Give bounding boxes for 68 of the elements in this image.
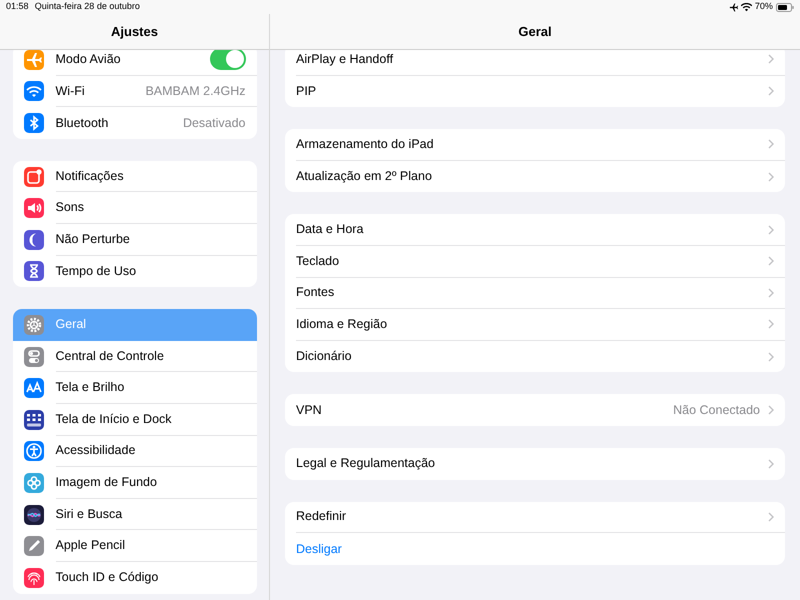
sidebar-item[interactable]: Modo Avião — [12, 50, 256, 76]
sidebar-title: Ajustes — [111, 22, 158, 41]
settings-row-label[interactable]: AirPlay e Handoff — [296, 50, 394, 69]
settings-row-label[interactable]: Teclado — [296, 252, 340, 271]
chevron-icon — [768, 86, 774, 96]
sidebar-item[interactable]: Imagem de Fundo — [12, 467, 256, 499]
sidebar-item[interactable]: Acessibilidade — [12, 436, 256, 468]
chevron-icon — [768, 172, 774, 182]
settings-row-label[interactable]: VPN — [296, 400, 322, 420]
settings-row-label[interactable]: Data e Hora — [296, 220, 364, 240]
sidebar-item[interactable]: Tela e Brilho — [12, 372, 256, 404]
item-value: Desativado — [182, 114, 246, 132]
settings-row-label[interactable]: Redefinir — [296, 507, 346, 526]
item-label: Apple Pencil — [56, 537, 125, 554]
item-value: BAMBAM 2.4GHz — [145, 82, 246, 100]
item-label: Tela de Início e Dock — [56, 410, 172, 428]
item-label: Siri e Busca — [56, 506, 122, 523]
wifi-icon — [740, 2, 752, 12]
chevron-icon — [768, 224, 774, 235]
sidebar-item[interactable]: Bluetooth Desativado — [12, 107, 256, 139]
chevron-icon — [768, 512, 774, 522]
item-label: Tela e Brilho — [56, 379, 124, 396]
action-link[interactable]: Desligar — [296, 540, 342, 558]
item-label: Modo Avião — [56, 50, 121, 68]
settings-row-label[interactable]: Dicionário — [296, 347, 352, 366]
airplane-icon — [728, 2, 738, 12]
sidebar-item[interactable]: Apple Pencil — [12, 530, 256, 562]
item-label: Imagem de Fundo — [56, 474, 157, 492]
battery-icon — [776, 2, 794, 12]
item-label: Acessibilidade — [56, 442, 136, 460]
chevron-icon — [768, 458, 774, 469]
chevron-icon — [768, 352, 774, 362]
settings-row-label[interactable]: Legal e Regulamentação — [296, 454, 435, 474]
row-value: Não Conectado — [673, 402, 760, 419]
page-title: Geral — [518, 22, 552, 41]
battery-percent: 70% — [754, 0, 773, 14]
status-time: 01:58 — [6, 0, 29, 14]
sidebar-item[interactable]: Wi-Fi BAMBAM 2.4GHz — [12, 76, 256, 108]
toggle-switch[interactable] — [210, 50, 246, 70]
chevron-icon — [768, 288, 774, 298]
settings-row-label[interactable]: Fontes — [296, 283, 334, 302]
settings-row-label[interactable]: Idioma e Região — [296, 315, 388, 334]
settings-row-label[interactable]: Armazenamento do iPad — [296, 135, 434, 154]
settings-row-label[interactable]: Atualização em 2º Plano — [296, 167, 432, 186]
chevron-icon — [768, 405, 774, 416]
item-label: Geral — [56, 316, 86, 334]
sidebar-item[interactable]: Sons — [12, 192, 256, 224]
sidebar-item[interactable]: Notificações — [12, 160, 256, 192]
item-label: Tempo de Uso — [56, 262, 136, 280]
sidebar-item[interactable]: Tempo de Uso — [12, 256, 256, 288]
item-label: Notificações — [56, 168, 124, 185]
chevron-icon — [768, 139, 774, 150]
sidebar-item[interactable]: Siri e Busca — [12, 498, 256, 530]
chevron-icon — [768, 54, 774, 64]
sidebar-item[interactable]: Central de Controle — [12, 340, 256, 372]
sidebar-item[interactable]: Touch ID e Código — [12, 562, 256, 594]
status-date: Quinta-feira 28 de outubro — [34, 0, 140, 14]
sidebar-item[interactable]: Tela de Início e Dock — [12, 404, 256, 436]
settings-row-label[interactable]: PIP — [296, 82, 316, 101]
item-label: Não Perturbe — [56, 230, 130, 248]
item-label: Touch ID e Código — [56, 569, 158, 586]
item-label: Wi-Fi — [56, 82, 85, 100]
chevron-icon — [768, 319, 774, 330]
item-label: Central de Controle — [56, 348, 164, 365]
item-label: Sons — [56, 199, 84, 216]
chevron-icon — [768, 256, 774, 266]
sidebar-item[interactable]: Não Perturbe — [12, 224, 256, 256]
item-label: Bluetooth — [56, 114, 108, 132]
